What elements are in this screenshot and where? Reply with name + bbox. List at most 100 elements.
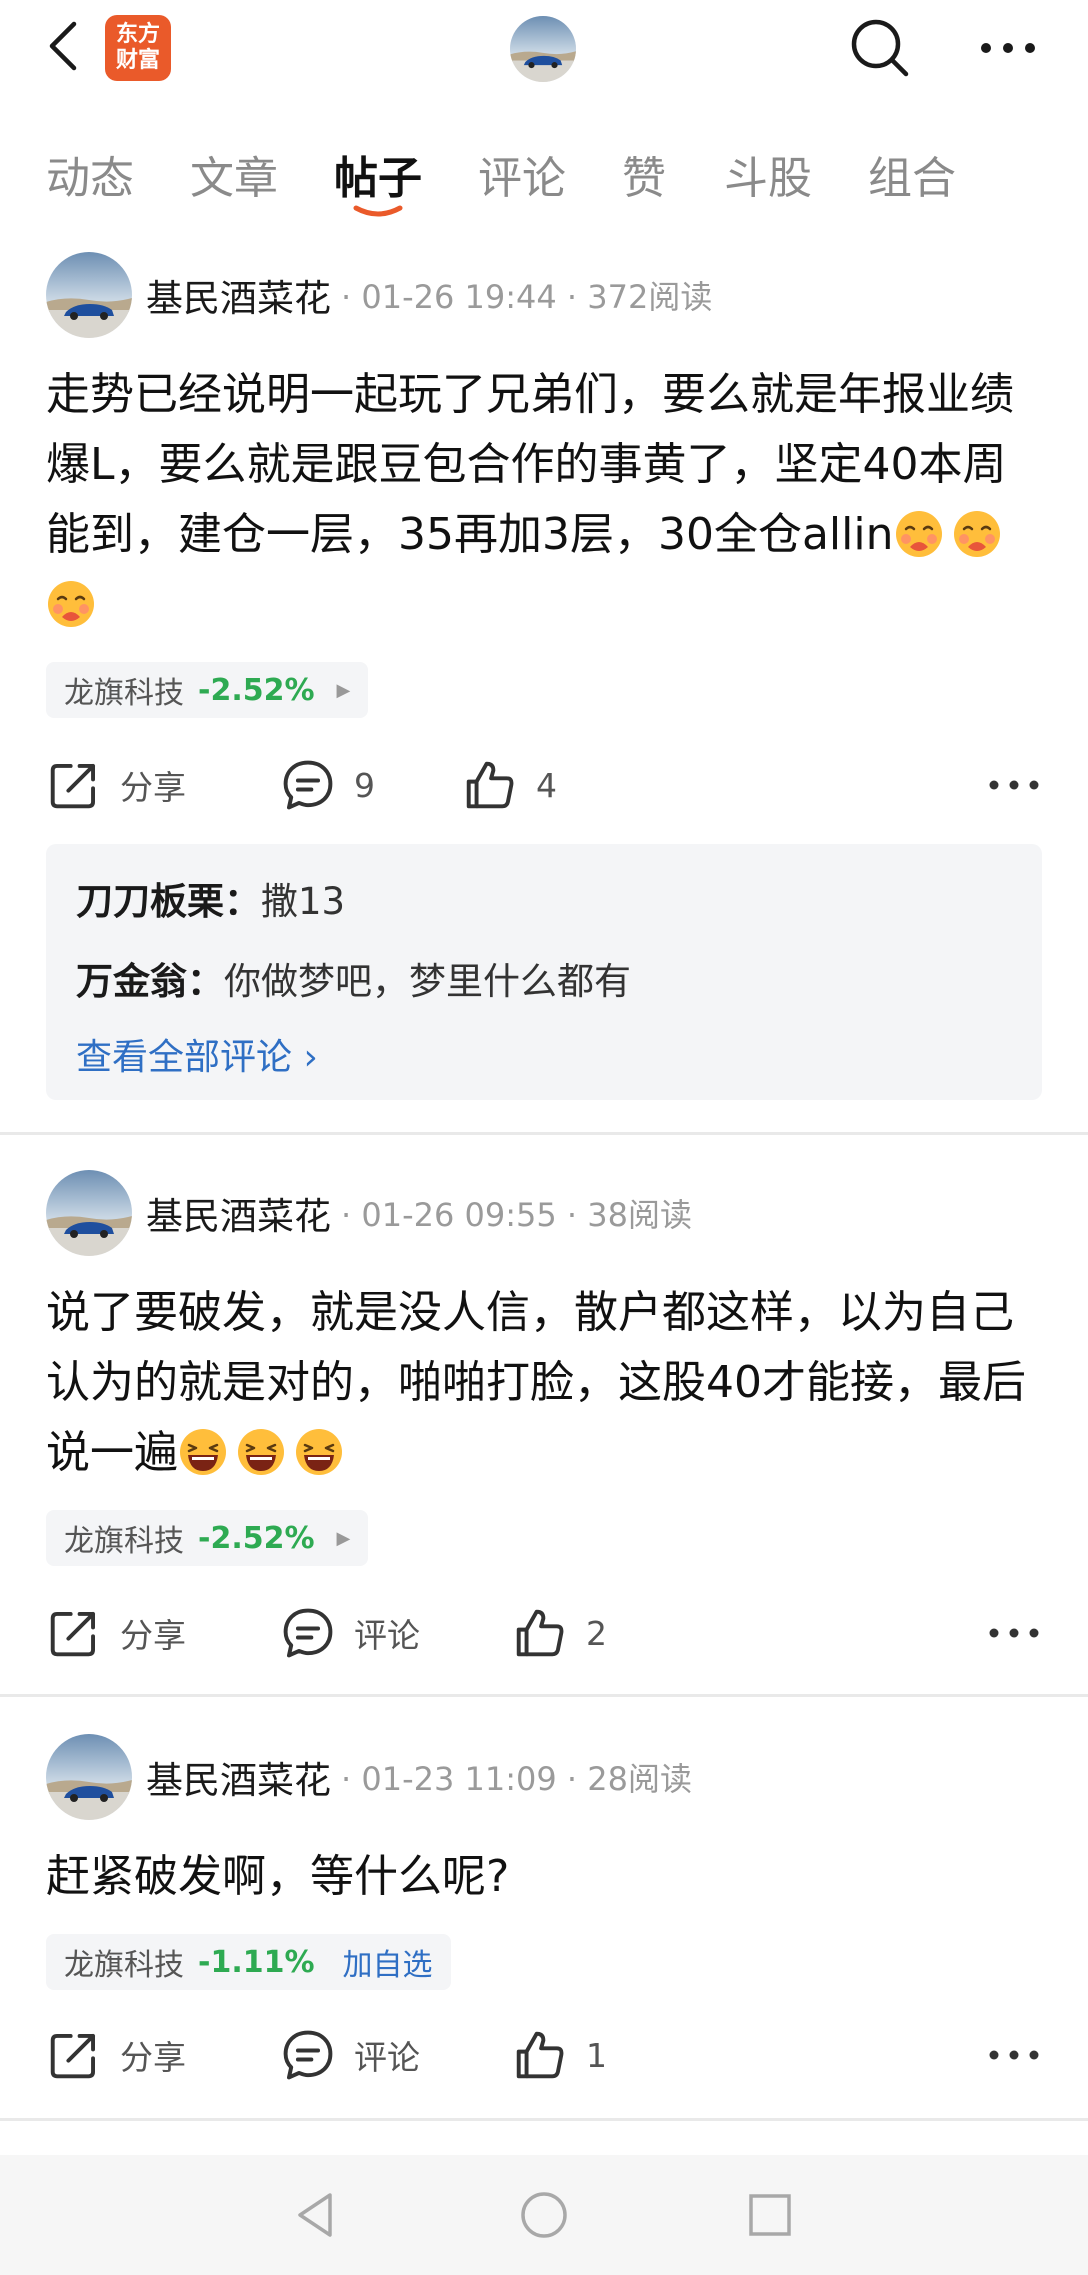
post-meta: · 01-26 09:55 · 38阅读 xyxy=(341,1196,692,1234)
post-content[interactable]: 走势已经说明一起玩了兄弟们，要么就是年报业绩爆L，要么就是跟豆包合作的事黄了，坚… xyxy=(46,360,1046,640)
post-header: 基民酒菜花 · 01-26 09:55 · 38阅读 xyxy=(46,1170,692,1256)
tab-posts[interactable]: 帖子 xyxy=(334,142,422,206)
user-avatar[interactable] xyxy=(510,16,576,82)
like-icon xyxy=(512,2027,568,2083)
kiss-emoji-icon xyxy=(894,509,944,559)
comment-item: 刀刀板栗：撒13 xyxy=(76,862,1012,942)
comment-icon xyxy=(280,1605,336,1661)
active-tab-indicator xyxy=(353,205,403,217)
comment-icon xyxy=(280,757,336,813)
share-icon xyxy=(46,1605,102,1661)
post-card: 基民酒菜花 · 01-26 09:55 · 38阅读 说了要破发，就是没人信，散… xyxy=(0,1170,1088,1670)
comment-button[interactable]: 评论 xyxy=(280,2020,420,2090)
post-more-icon[interactable] xyxy=(986,1610,1042,1656)
system-nav-bar xyxy=(0,2155,1088,2275)
share-button[interactable]: 分享 xyxy=(46,1598,186,1668)
comment-label: 评论 xyxy=(354,2038,420,2077)
stock-tag[interactable]: 龙旗科技 -2.52% ▶ xyxy=(46,1510,369,1566)
tab-articles[interactable]: 文章 xyxy=(190,142,278,206)
post-actions: 分享 评论 2 xyxy=(0,1598,1088,1668)
comment-icon xyxy=(280,2027,336,2083)
kiss-emoji-icon xyxy=(952,509,1002,559)
play-arrow-icon: ▶ xyxy=(336,1527,351,1549)
add-watchlist-button[interactable]: 加自选 xyxy=(343,1940,433,1984)
stock-name: 龙旗科技 xyxy=(64,1948,184,1983)
author-name[interactable]: 基民酒菜花 xyxy=(146,268,331,322)
app-logo-line2: 财富 xyxy=(115,48,160,73)
post-text: 走势已经说明一起玩了兄弟们，要么就是年报业绩爆L，要么就是跟豆包合作的事黄了，坚… xyxy=(46,369,1014,560)
comment-count: 9 xyxy=(354,765,375,805)
like-count: 1 xyxy=(586,2035,607,2075)
profile-tabs: 动态 文章 帖子 评论 赞 斗股 组合 xyxy=(0,130,1088,226)
comment-button[interactable]: 评论 xyxy=(280,1598,420,1668)
post-card: 基民酒菜花 · 01-23 11:09 · 28阅读 赶紧破发啊，等什么呢? 龙… xyxy=(0,1734,1088,2124)
like-button[interactable]: 4 xyxy=(462,750,557,820)
share-label: 分享 xyxy=(120,1616,186,1655)
like-icon xyxy=(512,1605,568,1661)
comment-text: 你做梦吧，梦里什么都有 xyxy=(224,960,631,1003)
post-meta: · 01-26 19:44 · 372阅读 xyxy=(341,278,713,316)
author-name[interactable]: 基民酒菜花 xyxy=(146,1186,331,1240)
share-icon xyxy=(46,757,102,813)
stock-change: -2.52% xyxy=(198,1520,315,1556)
like-button[interactable]: 2 xyxy=(512,1598,607,1668)
laugh-emoji-icon xyxy=(294,1427,344,1477)
post-divider xyxy=(0,1132,1088,1135)
like-button[interactable]: 1 xyxy=(512,2020,607,2090)
share-label: 分享 xyxy=(120,2038,186,2077)
nav-recents-icon[interactable] xyxy=(738,2183,802,2247)
view-all-comments-link[interactable]: 查看全部评论 › xyxy=(76,1022,1012,1094)
post-more-icon[interactable] xyxy=(986,2032,1042,2078)
comments-preview[interactable]: 刀刀板栗：撒13 万金翁：你做梦吧，梦里什么都有 查看全部评论 › xyxy=(46,844,1042,1100)
app-logo[interactable]: 东方 财富 xyxy=(105,15,171,81)
author-name[interactable]: 基民酒菜花 xyxy=(146,1750,331,1804)
more-icon[interactable] xyxy=(976,22,1040,74)
post-divider xyxy=(0,1694,1088,1697)
author-avatar[interactable] xyxy=(46,1170,132,1256)
nav-home-icon[interactable] xyxy=(512,2183,576,2247)
stock-tag[interactable]: 龙旗科技 -1.11% 加自选 xyxy=(46,1934,451,1990)
tab-comments[interactable]: 评论 xyxy=(478,142,566,206)
tab-dynamics[interactable]: 动态 xyxy=(46,142,134,206)
comment-button[interactable]: 9 xyxy=(280,750,375,820)
like-icon xyxy=(462,757,518,813)
back-arrow-icon[interactable] xyxy=(40,18,84,74)
tab-likes[interactable]: 赞 xyxy=(622,142,666,206)
laugh-emoji-icon xyxy=(236,1427,286,1477)
post-meta: · 01-23 11:09 · 28阅读 xyxy=(341,1760,692,1798)
search-icon[interactable] xyxy=(848,16,912,80)
post-content[interactable]: 说了要破发，就是没人信，散户都这样，以为自己认为的就是对的，啪啪打脸，这股40才… xyxy=(46,1278,1046,1488)
comment-user[interactable]: 刀刀板栗： xyxy=(76,880,261,923)
stock-name: 龙旗科技 xyxy=(64,1524,184,1559)
post-text: 赶紧破发啊，等什么呢? xyxy=(46,1851,510,1902)
laugh-emoji-icon xyxy=(178,1427,228,1477)
comment-user[interactable]: 万金翁： xyxy=(76,960,224,1003)
comment-text: 撒13 xyxy=(261,880,346,923)
post-actions: 分享 评论 1 xyxy=(0,2020,1088,2090)
share-icon xyxy=(46,2027,102,2083)
stock-change: -1.11% xyxy=(198,1944,315,1980)
tab-stock-battle[interactable]: 斗股 xyxy=(724,142,812,206)
like-count: 4 xyxy=(536,765,557,805)
nav-back-icon[interactable] xyxy=(286,2183,350,2247)
stock-change: -2.52% xyxy=(198,672,315,708)
post-header: 基民酒菜花 · 01-23 11:09 · 28阅读 xyxy=(46,1734,692,1820)
author-avatar[interactable] xyxy=(46,252,132,338)
comment-label: 评论 xyxy=(354,1616,420,1655)
app-logo-line1: 东方 xyxy=(115,22,160,47)
share-button[interactable]: 分享 xyxy=(46,750,186,820)
like-count: 2 xyxy=(586,1613,607,1653)
stock-tag[interactable]: 龙旗科技 -2.52% ▶ xyxy=(46,662,369,718)
tab-portfolio[interactable]: 组合 xyxy=(868,142,956,206)
post-card: 基民酒菜花 · 01-26 19:44 · 372阅读 走势已经说明一起玩了兄弟… xyxy=(0,252,1088,1132)
post-header: 基民酒菜花 · 01-26 19:44 · 372阅读 xyxy=(46,252,712,338)
post-divider xyxy=(0,2118,1088,2121)
post-more-icon[interactable] xyxy=(986,762,1042,808)
stock-name: 龙旗科技 xyxy=(64,676,184,711)
top-bar: 东方 财富 xyxy=(0,0,1088,96)
play-arrow-icon: ▶ xyxy=(336,679,351,701)
post-content[interactable]: 赶紧破发啊，等什么呢? xyxy=(46,1842,1046,1912)
comment-item: 万金翁：你做梦吧，梦里什么都有 xyxy=(76,942,1012,1022)
author-avatar[interactable] xyxy=(46,1734,132,1820)
share-button[interactable]: 分享 xyxy=(46,2020,186,2090)
